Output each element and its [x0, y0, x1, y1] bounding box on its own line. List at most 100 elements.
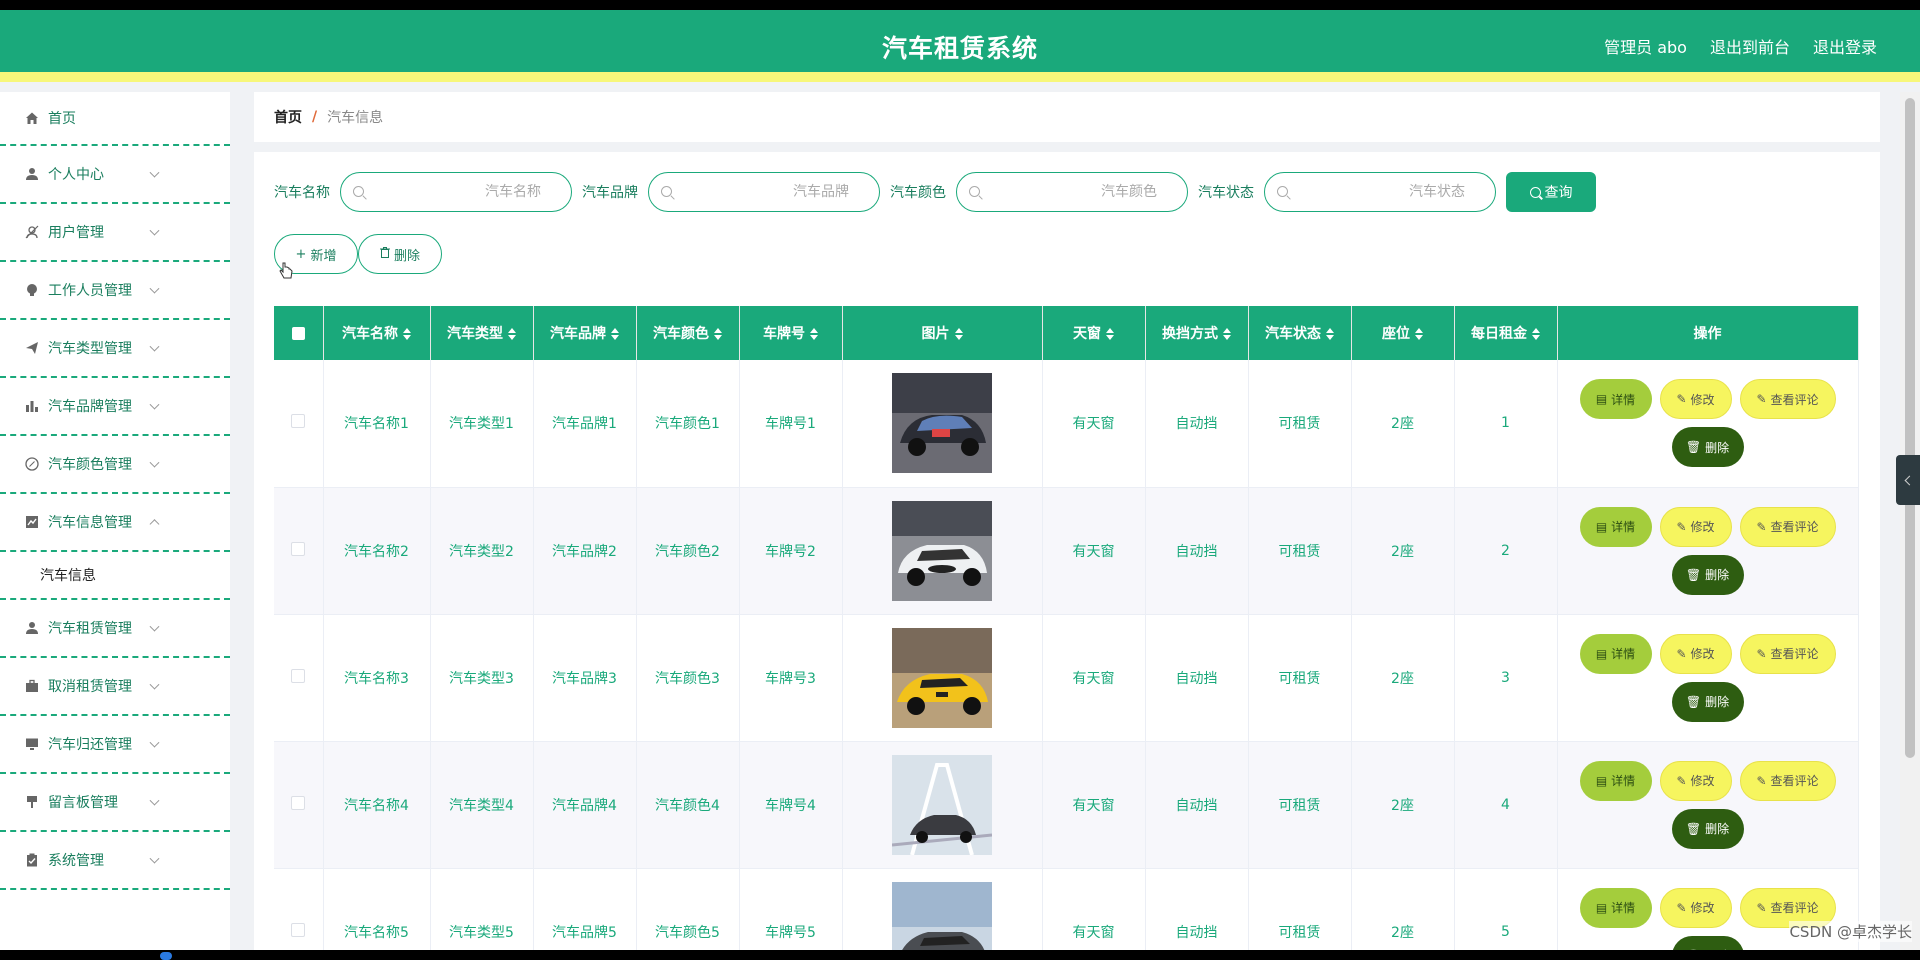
sidebar-item-home[interactable]: 首页: [0, 92, 230, 146]
row-checkbox-cell[interactable]: [274, 487, 324, 615]
row-checkbox[interactable]: [291, 795, 306, 810]
cell-sunroof: 有天窗: [1042, 360, 1146, 488]
column-header[interactable]: 汽车颜色: [636, 306, 740, 360]
row-delete-button[interactable]: 🗑删除: [1671, 808, 1744, 849]
detail-button[interactable]: ▤ 详情: [1579, 379, 1652, 420]
row-delete-button[interactable]: 🗑删除: [1671, 935, 1744, 950]
query-button[interactable]: 查询: [1506, 172, 1596, 212]
sidebar-item-cancel-rental-management[interactable]: 取消租赁管理: [0, 658, 230, 716]
view-reviews-button[interactable]: ✎ 查看评论: [1739, 506, 1836, 547]
sidebar-item-car-color-management[interactable]: 汽车颜色管理: [0, 436, 230, 494]
sort-icon: [954, 328, 963, 340]
sidebar-item-car-rental-management[interactable]: 汽车租赁管理: [0, 600, 230, 658]
detail-button[interactable]: ▤ 详情: [1579, 506, 1652, 547]
vertical-scrollbar[interactable]: [1900, 92, 1920, 950]
column-header[interactable]: 图片: [842, 306, 1043, 360]
sort-icon: [810, 328, 818, 340]
pencil-icon: ✎: [1676, 646, 1687, 661]
edit-button[interactable]: ✎ 修改: [1659, 633, 1732, 674]
column-header[interactable]: 天窗: [1042, 306, 1146, 360]
scrollbar-thumb[interactable]: [1905, 98, 1915, 758]
sidebar-item-user-management[interactable]: 用户管理: [0, 204, 230, 262]
batch-delete-button[interactable]: 删除: [358, 234, 442, 274]
sidebar-item-personal-center[interactable]: 个人中心: [0, 146, 230, 204]
briefcase-icon: [24, 678, 40, 694]
sidebar-item-car-return-management[interactable]: 汽车归还管理: [0, 716, 230, 774]
sidebar-item-car-brand-management[interactable]: 汽车品牌管理: [0, 378, 230, 436]
sort-icon: [611, 328, 619, 340]
cell-daily-rent: 4: [1454, 741, 1558, 869]
detail-button[interactable]: ▤ 详情: [1579, 760, 1652, 801]
sidebar-item-message-board-management[interactable]: 留言板管理: [0, 774, 230, 832]
view-reviews-button[interactable]: ✎ 查看评论: [1739, 633, 1836, 674]
column-header[interactable]: 车牌号: [739, 306, 843, 360]
row-checkbox[interactable]: [291, 541, 306, 556]
breadcrumb-separator: /: [312, 109, 318, 125]
row-checkbox-cell[interactable]: [274, 360, 324, 488]
row-delete-button[interactable]: 🗑删除: [1671, 427, 1744, 468]
row-checkbox-cell[interactable]: [274, 614, 324, 742]
row-checkbox[interactable]: [291, 668, 306, 683]
detail-button[interactable]: ▤ 详情: [1579, 633, 1652, 674]
delete-button-label: 删除: [393, 248, 420, 264]
column-header[interactable]: 每日租金: [1454, 306, 1558, 360]
view-reviews-button[interactable]: ✎ 查看评论: [1739, 379, 1836, 420]
search-icon: [1529, 186, 1541, 198]
column-header[interactable]: 汽车状态: [1248, 306, 1352, 360]
sidebar-item-system-management[interactable]: 系统管理: [0, 832, 230, 890]
table-row: 汽车名称1 汽车类型1 汽车品牌1 汽车颜色1 车牌号1 有天窗 自动挡 可租赁 2座 1 ▤ 详情 ✎…: [274, 360, 1859, 488]
sort-icon: [1532, 328, 1540, 340]
row-checkbox[interactable]: [291, 414, 306, 429]
row-checkbox-cell[interactable]: [274, 741, 324, 869]
column-header[interactable]: 换挡方式: [1145, 306, 1249, 360]
breadcrumb-home[interactable]: 首页: [274, 107, 302, 127]
search-icon: [969, 186, 980, 197]
row-checkbox-cell[interactable]: [274, 868, 324, 950]
sort-icon: [714, 328, 722, 340]
collapse-panel-tab[interactable]: [1896, 455, 1920, 505]
cell-actions: ▤详情✎修改✎查看评论 🗑删除: [1557, 360, 1859, 488]
back-to-front-link[interactable]: 退出到前台: [1710, 34, 1790, 58]
edit-button[interactable]: ✎ 修改: [1659, 887, 1732, 928]
edit-button[interactable]: ✎ 修改: [1659, 506, 1732, 547]
cell-car-color: 汽车颜色4: [636, 741, 740, 869]
car-color-input[interactable]: [957, 173, 1187, 211]
column-header[interactable]: 座位: [1351, 306, 1455, 360]
search-field-name: [340, 172, 572, 212]
car-brand-input[interactable]: [649, 173, 879, 211]
sidebar-item-label: 汽车租赁管理: [48, 621, 132, 637]
document-icon: ▤: [1595, 392, 1608, 407]
car-status-input[interactable]: [1265, 173, 1495, 211]
search-field-color: [956, 172, 1188, 212]
cell-picture: [842, 360, 1043, 488]
view-reviews-button[interactable]: ✎ 查看评论: [1739, 760, 1836, 801]
edit-button[interactable]: ✎ 修改: [1659, 760, 1732, 801]
cell-plate-number: 车牌号2: [739, 487, 843, 615]
edit-button[interactable]: ✎ 修改: [1659, 379, 1732, 420]
detail-button[interactable]: ▤ 详情: [1579, 887, 1652, 928]
table-row: 汽车名称2 汽车类型2 汽车品牌2 汽车颜色2 车牌号2 有天窗 自动挡 可租赁 2座 2 ▤ 详情 ✎…: [274, 487, 1859, 615]
row-checkbox[interactable]: [291, 922, 306, 937]
cell-car-name: 汽车名称5: [323, 868, 431, 950]
sidebar-subitem-car-info[interactable]: 汽车信息: [0, 552, 230, 600]
column-header[interactable]: 汽车类型: [430, 306, 534, 360]
column-header[interactable]: 汽车品牌: [533, 306, 637, 360]
row-delete-button[interactable]: 🗑删除: [1671, 554, 1744, 595]
sidebar-item-car-info-management[interactable]: 汽车信息管理: [0, 494, 230, 552]
sidebar-item-staff-management[interactable]: 工作人员管理: [0, 262, 230, 320]
sidebar-item-car-type-management[interactable]: 汽车类型管理: [0, 320, 230, 378]
admin-user-link[interactable]: 管理员 abo: [1604, 34, 1687, 58]
car-image: [892, 627, 992, 728]
sidebar-item-label: 取消租赁管理: [48, 679, 132, 695]
cell-gear-type: 自动挡: [1145, 360, 1249, 488]
search-label-name: 汽车名称: [274, 185, 330, 201]
row-delete-button[interactable]: 🗑删除: [1671, 681, 1744, 722]
cell-daily-rent: 3: [1454, 614, 1558, 742]
cell-daily-rent: 1: [1454, 360, 1558, 488]
car-image: [892, 500, 992, 601]
column-header[interactable]: 汽车名称: [323, 306, 431, 360]
logout-link[interactable]: 退出登录: [1813, 34, 1877, 58]
car-name-input[interactable]: [341, 173, 571, 211]
home-icon: [24, 110, 40, 126]
select-all-checkbox[interactable]: [274, 306, 324, 360]
